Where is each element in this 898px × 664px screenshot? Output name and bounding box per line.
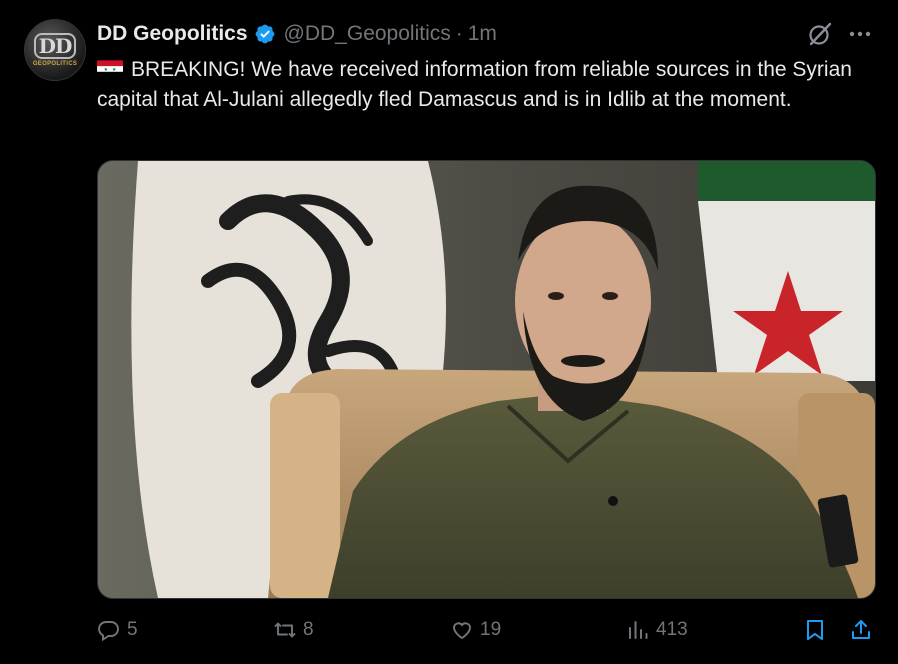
views-count: 413 [656,619,688,640]
syria-flag-icon [97,60,123,78]
repost-count: 8 [303,619,314,640]
tweet-media-image[interactable] [97,160,876,599]
avatar[interactable]: DD GEOPOLITICS [24,19,86,81]
separator-dot: · [455,22,463,45]
avatar-subtitle: GEOPOLITICS [32,61,78,67]
grok-icon[interactable] [806,20,834,48]
handle[interactable]: @DD_Geopolitics [284,22,451,46]
share-icon [852,620,870,639]
display-name[interactable]: DD Geopolitics [97,22,248,46]
reply-icon [98,621,119,642]
avatar-monogram: DD [33,33,77,59]
action-bar: 5 8 19 413 [0,618,898,648]
more-icon[interactable] [846,22,874,46]
verified-badge-icon[interactable] [254,23,276,45]
like-button[interactable]: 19 [450,618,501,642]
repost-icon [274,622,296,638]
tweet-header: DD Geopolitics @DD_Geopolitics · 1m [97,21,497,47]
timestamp[interactable]: 1m [468,22,497,46]
bookmark-button[interactable] [803,618,827,642]
reply-button[interactable]: 5 [97,618,138,642]
like-count: 19 [480,619,502,640]
like-icon [453,622,471,640]
bookmark-icon [807,620,823,640]
reply-count: 5 [127,619,138,640]
repost-button[interactable]: 8 [273,618,314,642]
views-button[interactable]: 413 [626,618,688,642]
share-button[interactable] [849,618,873,642]
tweet-text: BREAKING! We have received information f… [97,58,852,111]
views-icon [629,621,648,639]
tweet-text-container: BREAKING! We have received information f… [97,55,872,115]
photo [98,161,875,598]
